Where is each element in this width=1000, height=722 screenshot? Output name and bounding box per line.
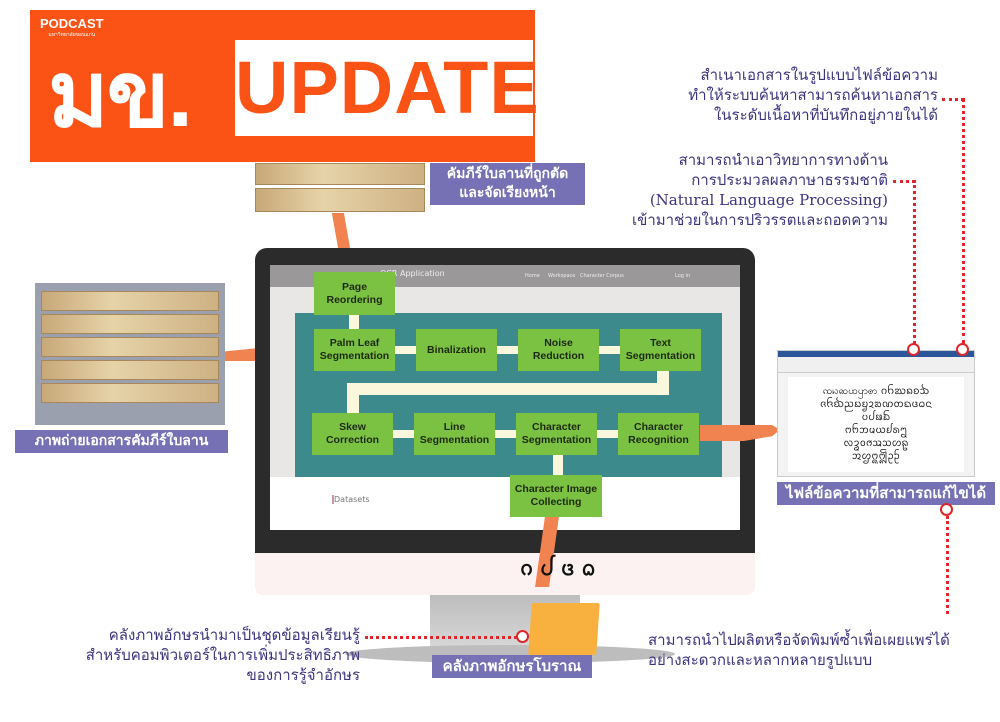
step-character-recognition: Character Recognition: [618, 413, 699, 455]
step-line-segmentation: Line Segmentation: [414, 413, 495, 455]
palm-leaf: [41, 314, 219, 334]
nlp-description: สามารถนำเอาวิทยาการทางด้าน การประมวลผลภา…: [560, 150, 888, 230]
arrow: [349, 315, 359, 329]
step-binalization: Binalization: [416, 329, 497, 371]
dataset-description: คลังภาพอักษรนำมาเป็นชุดข้อมูลเรียนรู้ สำ…: [20, 625, 360, 685]
podcast-logo: PODCAST มหาวิทยาลัยขอนแก่น มข. UPDATE: [30, 10, 539, 162]
desc-line: เข้ามาช่วยในการปริวรรตและถอดความ: [631, 211, 888, 229]
arrow: [495, 430, 516, 438]
podcast-subtext: มหาวิทยาลัยขอนแก่น: [48, 32, 96, 38]
podcast-text: PODCAST: [40, 16, 104, 31]
desc-line: สามารถนำไปผลิตหรือจัดพิมพ์ซ้ำเพื่อเผยแพร…: [648, 631, 950, 649]
desc-line: ทำให้ระบบค้นหาสามารถค้นหาเอกสาร: [688, 86, 938, 104]
nav-workspace[interactable]: Workspace: [548, 273, 575, 279]
doc-line: ᨷᨸᨹᨺ: [861, 412, 891, 423]
palm-leaf-image: [255, 163, 425, 185]
desc-line: คลังภาพอักษรนำมาเป็นชุดข้อมูลเรียนรู้: [108, 626, 360, 644]
arrow: [597, 430, 618, 438]
step-text-segmentation: Text Segmentation: [620, 329, 701, 371]
arrow: [599, 346, 620, 354]
palm-leaf: [41, 383, 219, 403]
desc-line: สำเนาเอกสารในรูปแบบไฟล์ข้อความ: [700, 66, 939, 84]
desc-line: สามารถนำเอาวิทยาการทางด้าน: [678, 151, 888, 169]
doc-line: ᨻᨼᨽᨾᨿᩀᩁᩂ: [844, 425, 908, 436]
palm-leaf: [41, 291, 219, 311]
dotted-line: [913, 180, 916, 344]
search-description: สำเนาเอกสารในรูปแบบไฟล์ข้อความ ทำให้ระบบ…: [600, 65, 938, 125]
step-character-image-collecting: Character Image Collecting: [510, 475, 602, 517]
page-content: Datasets: [270, 477, 740, 530]
palm-leaf: [41, 337, 219, 357]
desc-line: ในระดับเนื้อหาที่บันทึกอยู่ภายในได้: [713, 106, 938, 124]
arrow: [347, 383, 669, 395]
step-skew-correction: Skew Correction: [312, 413, 393, 455]
dotted-line: [365, 636, 517, 639]
callout-marker: [516, 630, 529, 643]
label-line: และจัดเรียงหน้า: [459, 185, 556, 201]
step-character-segmentation: Character Segmentation: [516, 413, 597, 455]
palm-leaf-image: [255, 188, 425, 212]
arrow: [497, 346, 518, 354]
dotted-line: [942, 98, 964, 101]
doc-line: ᩃᩄᩅᩆᩇᩈᩉᩊ: [843, 438, 909, 449]
podcast-badge: PODCAST มหาวิทยาลัยขอนแก่น: [40, 16, 104, 39]
document-page: ꩡꩢꩣꩤꩥꩦ ᨣᨤᨥᨦᨧᨨ ᨩᨪᨫᨬᨭᨮᨯᨰᨱᨲᨳᨴᨵᨶ ᨷᨸᨹᨺ ᨻᨼᨽᨾᨿᩀ…: [788, 377, 964, 472]
falling-characters: ᨣ ᨸ ᨴ ᨵ: [520, 556, 596, 580]
nav-character-corpus[interactable]: Character Corpus: [580, 273, 624, 279]
doc-line: ꩡꩢꩣꩤꩥꩦ ᨣᨤᨥᨦᨧᨨ: [822, 386, 930, 397]
dotted-line: [946, 516, 949, 614]
datasets-heading: Datasets: [332, 495, 370, 504]
desc-line: (Natural Language Processing): [649, 191, 888, 209]
doc-line: ᩋᩌᩍᩎᩏᩐ: [851, 451, 901, 462]
label-line: คัมภีร์ใบลานที่ถูกตัด: [446, 166, 569, 182]
editable-file-label: ไฟล์ข้อความที่สามารถแก้ไขได้: [777, 482, 995, 505]
monitor-chin: [255, 553, 755, 595]
logo-title-thai: มข.: [48, 44, 193, 146]
palm-leaf-photo: [35, 283, 225, 425]
callout-marker: [956, 343, 969, 356]
photo-label: ภาพถ่ายเอกสารคัมภีร์ใบลาน: [15, 430, 228, 453]
dotted-line: [962, 98, 965, 344]
step-page-reordering: Page Reordering: [314, 272, 395, 315]
doc-line: ᨩᨪᨫᨬᨭᨮᨯᨰᨱᨲᨳᨴᨵᨶ: [820, 399, 932, 410]
word-document-screenshot: ꩡꩢꩣꩤꩥꩦ ᨣᨤᨥᨦᨧᨨ ᨩᨪᨫᨬᨭᨮᨯᨰᨱᨲᨳᨴᨵᨶ ᨷᨸᨹᨺ ᨻᨼᨽᨾᨿᩀ…: [777, 350, 975, 477]
callout-marker: [940, 503, 953, 516]
dotted-line: [893, 180, 915, 183]
desc-line: สำหรับคอมพิวเตอร์ในการเพิ่มประสิทธิภาพ: [85, 646, 360, 664]
step-palm-leaf-segmentation: Palm Leaf Segmentation: [314, 329, 395, 371]
nav-login[interactable]: Log in: [675, 273, 690, 279]
folder-icon: [528, 603, 600, 655]
arrow: [347, 383, 359, 413]
arrow: [393, 430, 414, 438]
logo-title-update: UPDATE: [235, 40, 539, 136]
step-noise-reduction: Noise Reduction: [518, 329, 599, 371]
connector-arrow: [700, 425, 780, 441]
palm-leaf: [41, 360, 219, 380]
arrow: [553, 455, 563, 475]
desc-line: ของการรู้จำอักษร: [246, 666, 360, 684]
arrow: [395, 346, 416, 354]
corpus-label: คลังภาพอักษรโบราณ: [432, 655, 592, 678]
desc-line: อย่างสะดวกและหลากหลายรูปแบบ: [648, 651, 873, 669]
publish-description: สามารถนำไปผลิตหรือจัดพิมพ์ซ้ำเพื่อเผยแพร…: [648, 630, 993, 670]
callout-marker: [907, 343, 920, 356]
desc-line: การประมวลผลภาษาธรรมชาติ: [691, 171, 888, 189]
nav-home[interactable]: Home: [525, 273, 540, 279]
word-ribbon: [778, 357, 974, 373]
